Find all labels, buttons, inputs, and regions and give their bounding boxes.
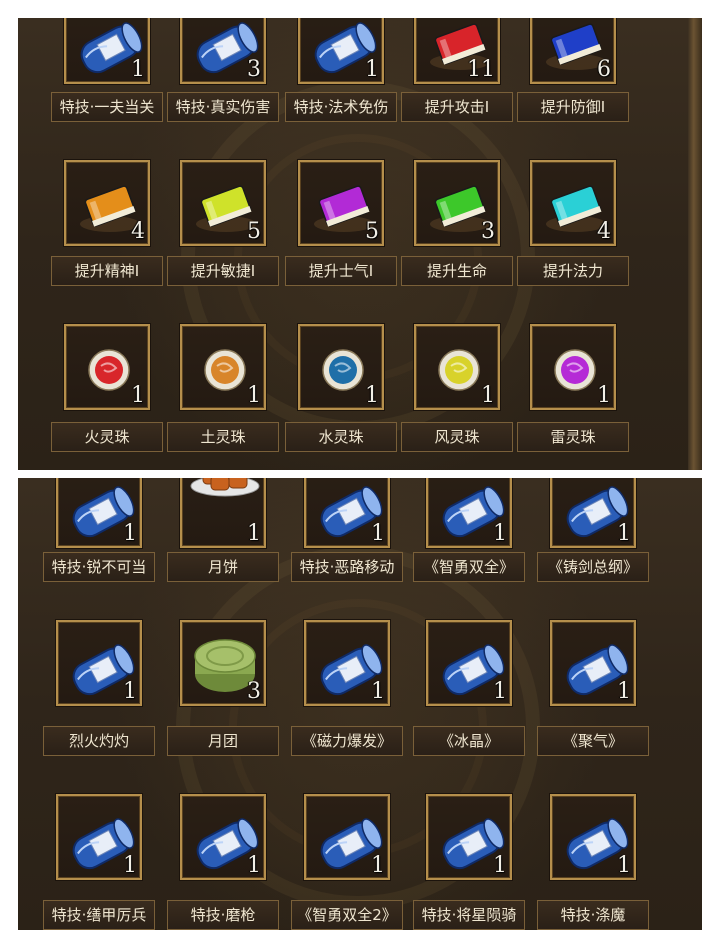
item-count: 3 (247, 679, 261, 704)
item-slot[interactable]: 1 (56, 478, 142, 548)
item-name-label: 提升防御Ⅰ (517, 92, 629, 122)
inventory-panel-bottom: 1 特技·锐不可当 1 月饼 1 特技·恶路移动 1 《智勇双全》 1 《铸剑总纲》 1 烈火灼灼 3 月… (18, 478, 702, 930)
item-name-label: 特技·缮甲厉兵 (43, 900, 155, 930)
item-slot[interactable]: 1 (304, 620, 390, 706)
item-slot[interactable]: 3 (180, 620, 266, 706)
item-slot[interactable]: 1 (56, 794, 142, 880)
item-name-label: 提升生命 (401, 256, 513, 286)
item-count: 1 (371, 679, 385, 704)
item-name-label: 特技·真实伤害 (167, 92, 279, 122)
item-slot[interactable]: 1 (298, 324, 384, 410)
item-count: 1 (365, 57, 379, 82)
item-count: 1 (493, 521, 507, 546)
item-slot[interactable]: 1 (304, 794, 390, 880)
item-name-label: 特技·磨枪 (167, 900, 279, 930)
item-name-label: 《冰晶》 (413, 726, 525, 756)
item-name-label: 《智勇双全2》 (291, 900, 403, 930)
item-slot[interactable]: 4 (64, 160, 150, 246)
item-slot[interactable]: 1 (298, 18, 384, 84)
item-slot[interactable]: 4 (530, 160, 616, 246)
item-name-label: 雷灵珠 (517, 422, 629, 452)
item-count: 3 (481, 219, 495, 244)
item-slot[interactable]: 1 (550, 620, 636, 706)
item-slot[interactable]: 1 (180, 478, 266, 548)
item-count: 1 (123, 521, 137, 546)
item-name-label: 水灵珠 (285, 422, 397, 452)
item-name-label: 《智勇双全》 (413, 552, 525, 582)
item-slot[interactable]: 3 (414, 160, 500, 246)
item-count: 1 (617, 853, 631, 878)
item-count: 3 (247, 57, 261, 82)
item-count: 1 (365, 383, 379, 408)
item-count: 5 (365, 219, 379, 244)
item-slot[interactable]: 3 (180, 18, 266, 84)
item-count: 1 (493, 853, 507, 878)
item-name-label: 特技·将星陨骑 (413, 900, 525, 930)
item-slot[interactable]: 1 (56, 620, 142, 706)
item-count: 1 (247, 383, 261, 408)
item-name-label: 特技·法术免伤 (285, 92, 397, 122)
item-slot[interactable]: 6 (530, 18, 616, 84)
item-count: 4 (597, 219, 611, 244)
item-slot[interactable]: 1 (426, 478, 512, 548)
item-slot[interactable]: 1 (530, 324, 616, 410)
item-count: 1 (247, 521, 261, 546)
item-count: 1 (247, 853, 261, 878)
item-slot[interactable]: 1 (426, 620, 512, 706)
item-name-label: 土灵珠 (167, 422, 279, 452)
item-name-label: 提升士气Ⅰ (285, 256, 397, 286)
item-name-label: 月饼 (167, 552, 279, 582)
item-name-label: 风灵珠 (401, 422, 513, 452)
item-count: 1 (371, 853, 385, 878)
item-count: 1 (493, 679, 507, 704)
item-name-label: 提升攻击Ⅰ (401, 92, 513, 122)
item-count: 1 (597, 383, 611, 408)
item-name-label: 《磁力爆发》 (291, 726, 403, 756)
panel-border-right (688, 18, 702, 470)
item-slot[interactable]: 1 (550, 478, 636, 548)
item-name-label: 提升精神Ⅰ (51, 256, 163, 286)
item-slot[interactable]: 1 (426, 794, 512, 880)
item-count: 5 (247, 219, 261, 244)
item-name-label: 提升法力 (517, 256, 629, 286)
item-count: 1 (617, 679, 631, 704)
item-name-label: 特技·恶路移动 (291, 552, 403, 582)
item-count: 1 (131, 57, 145, 82)
item-name-label: 月团 (167, 726, 279, 756)
item-slot[interactable]: 11 (414, 18, 500, 84)
item-count: 1 (371, 521, 385, 546)
item-slot[interactable]: 5 (298, 160, 384, 246)
item-slot[interactable]: 1 (550, 794, 636, 880)
item-count: 1 (131, 383, 145, 408)
item-name-label: 烈火灼灼 (43, 726, 155, 756)
item-name-label: 特技·锐不可当 (43, 552, 155, 582)
item-name-label: 特技·一夫当关 (51, 92, 163, 122)
item-count: 1 (123, 853, 137, 878)
item-slot[interactable]: 1 (64, 18, 150, 84)
item-slot[interactable]: 1 (180, 794, 266, 880)
item-slot[interactable]: 1 (180, 324, 266, 410)
item-count: 6 (597, 57, 611, 82)
item-count: 1 (481, 383, 495, 408)
item-count: 1 (617, 521, 631, 546)
item-slot[interactable]: 5 (180, 160, 266, 246)
item-name-label: 提升敏捷Ⅰ (167, 256, 279, 286)
item-name-label: 《聚气》 (537, 726, 649, 756)
item-slot[interactable]: 1 (64, 324, 150, 410)
item-name-label: 《铸剑总纲》 (537, 552, 649, 582)
item-slot[interactable]: 1 (304, 478, 390, 548)
item-slot[interactable]: 1 (414, 324, 500, 410)
item-count: 1 (123, 679, 137, 704)
item-name-label: 火灵珠 (51, 422, 163, 452)
item-count: 11 (467, 57, 495, 82)
item-count: 4 (131, 219, 145, 244)
inventory-panel-top: 1 特技·一夫当关 3 特技·真实伤害 1 特技·法术免伤 11 提升攻击Ⅰ 6 提升防御Ⅰ 4 提升… (18, 18, 702, 470)
item-name-label: 特技·涤魔 (537, 900, 649, 930)
